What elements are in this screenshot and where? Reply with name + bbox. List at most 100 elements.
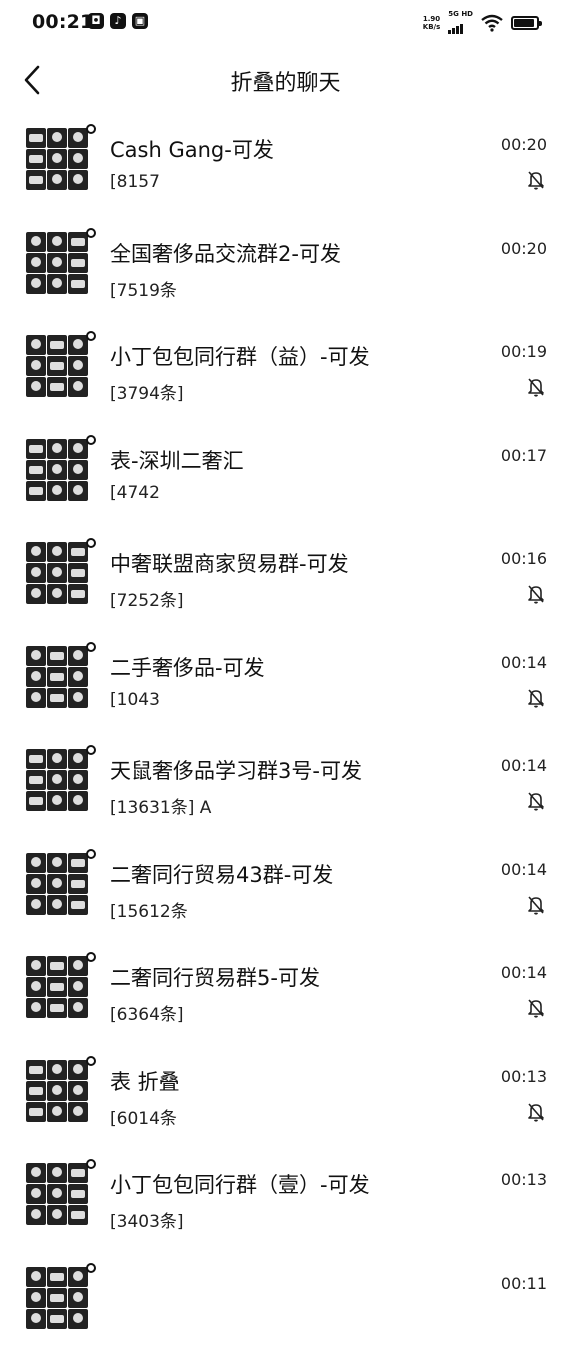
chat-name: 小丁包包同行群（壹）-可发 xyxy=(110,1169,480,1199)
chat-list-item[interactable]: 天鼠奢侈品学习群3号-可发[13631条] A00:14 xyxy=(0,737,571,841)
avatar-member-thumb xyxy=(47,749,67,769)
unread-dot-icon xyxy=(86,124,96,134)
avatar-member-thumb xyxy=(68,1184,88,1204)
group-avatar xyxy=(26,1267,88,1329)
group-avatar xyxy=(26,439,88,501)
header: 折叠的聊天 xyxy=(0,46,571,116)
avatar-member-thumb xyxy=(47,377,67,397)
chat-list-item[interactable]: 小丁包包同行群（益）-可发[3794条]00:19 xyxy=(0,323,571,427)
chat-name: Cash Gang-可发 xyxy=(110,134,480,164)
chat-list-item[interactable]: 表 折叠[6014条00:13 xyxy=(0,1048,571,1152)
avatar-member-thumb xyxy=(26,667,46,687)
avatar-member-thumb xyxy=(68,128,88,148)
chat-list-item[interactable]: Cash Gang-可发[815700:20 xyxy=(0,116,571,220)
avatar-member-thumb xyxy=(26,956,46,976)
group-avatar xyxy=(26,646,88,708)
avatar-member-thumb xyxy=(26,170,46,190)
avatar-member-thumb xyxy=(68,335,88,355)
chat-time: 00:19 xyxy=(501,342,547,361)
avatar-member-thumb xyxy=(47,253,67,273)
avatar-member-thumb xyxy=(47,791,67,811)
avatar-member-thumb xyxy=(68,377,88,397)
avatar-member-thumb xyxy=(26,232,46,252)
avatar-member-thumb xyxy=(26,584,46,604)
avatar-member-thumb xyxy=(68,977,88,997)
avatar-member-thumb xyxy=(47,274,67,294)
avatar-member-thumb xyxy=(68,1309,88,1329)
mute-bell-icon xyxy=(527,791,545,811)
chat-time: 00:11 xyxy=(501,1274,547,1293)
chat-preview: [13631条] A xyxy=(110,793,480,818)
avatar-member-thumb xyxy=(47,895,67,915)
avatar-member-thumb xyxy=(47,1288,67,1308)
unread-dot-icon xyxy=(86,642,96,652)
message-app-icon: ▣ xyxy=(132,13,148,29)
mute-bell-icon xyxy=(527,1102,545,1122)
unread-dot-icon xyxy=(86,538,96,548)
mute-bell-icon xyxy=(527,377,545,397)
avatar-member-thumb xyxy=(68,646,88,666)
chat-list-item[interactable]: 二手奢侈品-可发[104300:14 xyxy=(0,634,571,738)
chat-list-item[interactable]: 二奢同行贸易群5-可发[6364条]00:14 xyxy=(0,944,571,1048)
avatar-member-thumb xyxy=(47,1184,67,1204)
avatar-member-thumb xyxy=(47,1163,67,1183)
avatar-member-thumb xyxy=(68,1060,88,1080)
chat-time: 00:14 xyxy=(501,653,547,672)
chat-list-item[interactable]: 表-深圳二奢汇[474200:17 xyxy=(0,427,571,531)
avatar-member-thumb xyxy=(47,770,67,790)
avatar-member-thumb xyxy=(68,481,88,501)
unread-dot-icon xyxy=(86,228,96,238)
avatar-member-thumb xyxy=(47,688,67,708)
avatar-member-thumb xyxy=(26,895,46,915)
network-speed-value: 1.90 xyxy=(423,15,440,23)
group-avatar xyxy=(26,232,88,294)
avatar-member-thumb xyxy=(26,377,46,397)
group-avatar xyxy=(26,542,88,604)
avatar-member-thumb xyxy=(26,356,46,376)
unread-dot-icon xyxy=(86,952,96,962)
chat-list-item[interactable]: 00:11 xyxy=(0,1255,571,1358)
chat-list-item[interactable]: 中奢联盟商家贸易群-可发[7252条]00:16 xyxy=(0,530,571,634)
avatar-member-thumb xyxy=(68,170,88,190)
chat-time: 00:13 xyxy=(501,1067,547,1086)
avatar-member-thumb xyxy=(47,1102,67,1122)
chat-list-item[interactable]: 全国奢侈品交流群2-可发[7519条00:20 xyxy=(0,220,571,324)
avatar-member-thumb xyxy=(26,646,46,666)
chat-preview: [3403条] xyxy=(110,1207,480,1232)
avatar-member-thumb xyxy=(26,874,46,894)
avatar-member-thumb xyxy=(68,1205,88,1225)
avatar-member-thumb xyxy=(47,232,67,252)
avatar-member-thumb xyxy=(26,998,46,1018)
avatar-member-thumb xyxy=(26,1288,46,1308)
avatar-member-thumb xyxy=(68,1267,88,1287)
avatar-member-thumb xyxy=(47,998,67,1018)
avatar-member-thumb xyxy=(47,956,67,976)
chat-name: 小丁包包同行群（益）-可发 xyxy=(110,341,480,371)
chat-preview: [1043 xyxy=(110,690,480,710)
unread-dot-icon xyxy=(86,1056,96,1066)
chat-name: 天鼠奢侈品学习群3号-可发 xyxy=(110,755,480,785)
group-avatar xyxy=(26,128,88,190)
avatar-member-thumb xyxy=(47,356,67,376)
network-speed: 1.90 KB/s xyxy=(423,15,440,31)
chat-list-item[interactable]: 二奢同行贸易43群-可发[15612条00:14 xyxy=(0,841,571,945)
avatar-member-thumb xyxy=(26,1163,46,1183)
chat-list-item[interactable]: 小丁包包同行群（壹）-可发[3403条]00:13 xyxy=(0,1151,571,1255)
network-speed-unit: KB/s xyxy=(423,23,440,31)
status-app-icons: ◘ ♪ ▣ xyxy=(88,13,148,29)
avatar-member-thumb xyxy=(26,977,46,997)
avatar-member-thumb xyxy=(47,439,67,459)
avatar-member-thumb xyxy=(68,460,88,480)
group-avatar xyxy=(26,335,88,397)
avatar-member-thumb xyxy=(26,1184,46,1204)
avatar-member-thumb xyxy=(26,1081,46,1101)
page-title: 折叠的聊天 xyxy=(0,65,571,97)
chat-preview: [7519条 xyxy=(110,276,480,301)
avatar-member-thumb xyxy=(68,253,88,273)
battery-fill xyxy=(514,19,534,27)
avatar-member-thumb xyxy=(47,1205,67,1225)
avatar-member-thumb xyxy=(68,1081,88,1101)
avatar-member-thumb xyxy=(68,791,88,811)
chat-time: 00:14 xyxy=(501,963,547,982)
chat-preview: [7252条] xyxy=(110,586,480,611)
